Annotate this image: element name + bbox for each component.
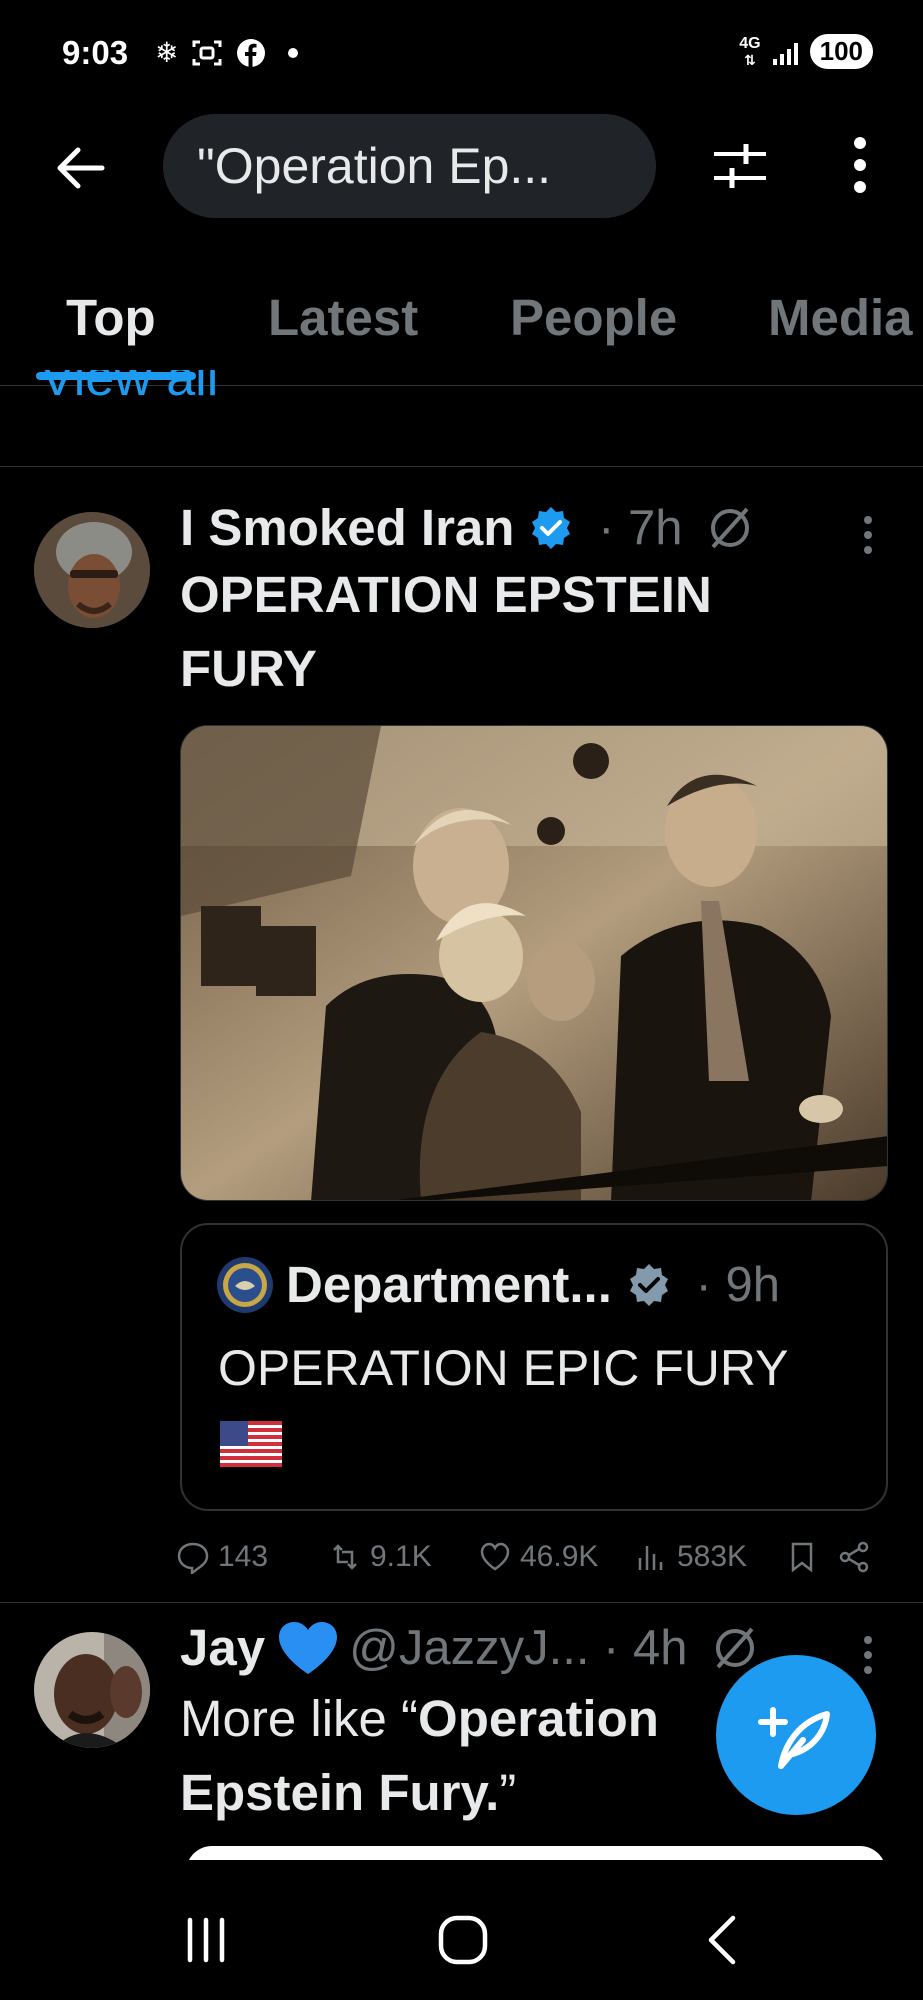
tweet-divider bbox=[0, 1602, 923, 1603]
grok-icon[interactable] bbox=[712, 1625, 758, 1671]
facebook-icon bbox=[237, 38, 266, 67]
repost-button[interactable]: 9.1K bbox=[328, 1540, 478, 1574]
status-bar: 9:03 ❄ 4G ⇅ 100 bbox=[0, 0, 923, 110]
signal-icon bbox=[772, 39, 798, 65]
quoted-tweet[interactable]: Department... · 9h OPERATION EPIC FURY bbox=[180, 1223, 888, 1511]
snowflake-icon: ❄ bbox=[155, 37, 179, 68]
search-header: "Operation Ep... bbox=[0, 110, 923, 230]
search-input[interactable]: "Operation Ep... bbox=[163, 114, 656, 218]
tweet-header: I Smoked Iran · 7h bbox=[180, 498, 753, 557]
repost-icon bbox=[333, 1544, 357, 1570]
home-icon[interactable] bbox=[433, 1910, 493, 1970]
more-options-icon[interactable] bbox=[845, 135, 875, 195]
back-nav-icon[interactable] bbox=[693, 1910, 753, 1970]
blue-heart-icon bbox=[279, 1621, 338, 1674]
status-time: 9:03 bbox=[62, 34, 129, 71]
us-flag-icon bbox=[220, 1421, 282, 1467]
verified-badge-icon bbox=[532, 506, 571, 549]
view-all-link[interactable]: View all bbox=[40, 370, 218, 410]
like-button[interactable]: 46.9K bbox=[478, 1540, 635, 1574]
recent-apps-icon[interactable] bbox=[176, 1910, 236, 1970]
network-type: 4G ⇅ bbox=[739, 34, 761, 68]
author-name[interactable]: Jay bbox=[180, 1618, 265, 1677]
section-divider bbox=[0, 466, 923, 467]
tweet-header: Jay @JazzyJ... · 4h bbox=[180, 1618, 758, 1677]
tweet-time: 4h bbox=[632, 1620, 688, 1675]
battery-indicator: 100 bbox=[809, 34, 873, 69]
tab-latest[interactable]: Latest bbox=[268, 288, 418, 347]
quoted-tweet-time: 9h bbox=[725, 1257, 780, 1312]
views-chart-icon bbox=[638, 1546, 663, 1570]
views-count: 583K bbox=[677, 1540, 748, 1573]
reply-button[interactable]: 143 bbox=[176, 1540, 328, 1574]
screenshot-icon bbox=[192, 40, 222, 65]
views-button[interactable]: 583K bbox=[635, 1540, 785, 1574]
tab-people[interactable]: People bbox=[510, 288, 677, 347]
tab-top[interactable]: Top bbox=[66, 288, 156, 347]
search-query-text: "Operation Ep... bbox=[197, 138, 552, 194]
tweet-photo[interactable] bbox=[180, 725, 888, 1201]
system-navigation-bar bbox=[0, 1860, 923, 2000]
like-count: 46.9K bbox=[520, 1540, 599, 1573]
status-notification-icons: ❄ bbox=[155, 36, 299, 69]
tweet-text: OPERATION EPSTEIN FURY bbox=[180, 566, 712, 697]
search-filter-icon[interactable] bbox=[712, 138, 768, 194]
bookmark-button[interactable] bbox=[785, 1540, 837, 1574]
author-name[interactable]: I Smoked Iran bbox=[180, 498, 514, 557]
tweet-time: 7h bbox=[628, 500, 683, 555]
share-button[interactable] bbox=[837, 1540, 879, 1574]
avatar[interactable] bbox=[34, 1632, 150, 1748]
tweet-text: More like “Operation Epstein Fury.” bbox=[180, 1690, 659, 1821]
compose-button[interactable] bbox=[716, 1655, 876, 1815]
avatar[interactable] bbox=[34, 512, 150, 628]
reply-count: 143 bbox=[218, 1540, 269, 1573]
tab-media[interactable]: Media bbox=[768, 288, 913, 347]
compose-feather-plus-icon bbox=[758, 1707, 830, 1769]
bookmark-icon bbox=[791, 1542, 813, 1573]
quoted-tweet-header: Department... · 9h bbox=[216, 1255, 780, 1314]
repost-count: 9.1K bbox=[370, 1540, 432, 1573]
grok-icon[interactable] bbox=[707, 505, 753, 551]
back-arrow-icon[interactable] bbox=[52, 140, 108, 196]
verified-badge-icon bbox=[629, 1263, 668, 1306]
department-seal-icon bbox=[217, 1256, 273, 1313]
heart-icon bbox=[480, 1542, 510, 1571]
author-handle[interactable]: @JazzyJ... bbox=[349, 1620, 589, 1676]
quoted-author-name[interactable]: Department... bbox=[286, 1255, 612, 1314]
tweet-actions: 143 9.1K 46.9K 583K bbox=[176, 1530, 896, 1584]
quoted-tweet-text: OPERATION EPIC FURY bbox=[218, 1340, 789, 1396]
tweet-menu-icon[interactable] bbox=[863, 1635, 873, 1675]
share-icon bbox=[839, 1541, 869, 1573]
reply-icon bbox=[177, 1542, 209, 1574]
tweet-menu-icon[interactable] bbox=[863, 515, 873, 555]
notification-dot-icon bbox=[288, 47, 299, 58]
status-system-icons: 4G ⇅ 100 bbox=[739, 34, 873, 69]
